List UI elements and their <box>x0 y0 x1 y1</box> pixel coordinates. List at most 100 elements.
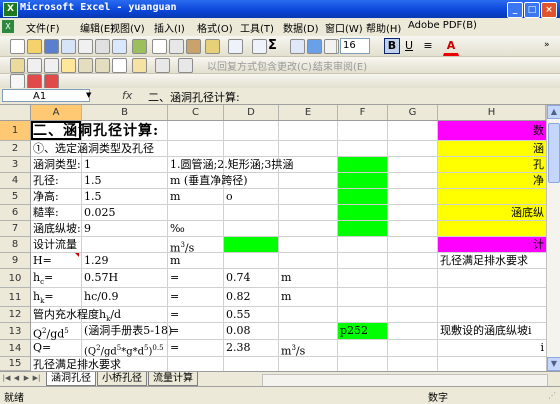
cell-b6[interactable]: 0.025 <box>82 205 116 221</box>
menu-window[interactable]: 窗口(W) <box>325 20 363 35</box>
row-header-11[interactable]: 11 <box>0 288 31 307</box>
align-center-button[interactable]: ≡ <box>420 38 436 54</box>
fx-icon[interactable]: fx <box>122 89 132 102</box>
excel-app-icon[interactable]: X <box>3 2 18 17</box>
cell-b4[interactable]: 1.5 <box>82 173 102 189</box>
new-icon[interactable] <box>10 39 25 54</box>
cell-c10[interactable]: = <box>168 270 179 286</box>
cell-c13[interactable]: = <box>168 323 179 339</box>
scroll-up-icon[interactable]: ▲ <box>547 105 560 119</box>
cell-b7[interactable]: 9 <box>82 221 91 237</box>
paste-icon[interactable] <box>186 39 201 54</box>
cell-b10[interactable]: 0.57H <box>82 270 118 286</box>
cell-h9[interactable]: 孔径满足排水要求 <box>438 253 528 269</box>
menu-view[interactable]: 视图(V) <box>110 20 145 35</box>
row-header-2[interactable]: 2 <box>0 141 31 157</box>
next-comment-icon[interactable] <box>95 58 110 73</box>
undo-icon[interactable] <box>228 39 243 54</box>
cell-h2[interactable]: 涵 <box>438 141 546 157</box>
sort-ascending-icon[interactable] <box>290 39 305 54</box>
previous-comment-icon[interactable] <box>78 58 93 73</box>
cell-h1[interactable]: 数 <box>438 123 546 139</box>
row-header-3[interactable]: 3 <box>0 157 31 173</box>
row-header-12[interactable]: 12 <box>0 307 31 323</box>
bold-button[interactable]: B <box>384 38 400 54</box>
sheet-tab-bridge[interactable]: 小桥孔径 <box>97 372 147 386</box>
cell-c9[interactable]: m <box>168 253 180 269</box>
cell-a8[interactable]: 设计流量 <box>31 237 77 253</box>
menu-edit[interactable]: 编辑(E) <box>80 20 114 35</box>
open-icon[interactable] <box>27 39 42 54</box>
cell-b5[interactable]: 1.5 <box>82 189 102 205</box>
cell-c11[interactable]: = <box>168 289 179 305</box>
cell-d14[interactable]: 2.38 <box>224 340 251 356</box>
name-box[interactable]: A1 <box>2 89 90 102</box>
row-header-8[interactable]: 8 <box>0 237 31 253</box>
menu-format[interactable]: 格式(O) <box>197 20 233 35</box>
close-button[interactable]: × <box>541 2 557 18</box>
cell-a10[interactable]: hc= <box>31 270 53 290</box>
cell-d11[interactable]: 0.82 <box>224 289 251 305</box>
email-icon[interactable] <box>78 39 93 54</box>
cell-c12[interactable]: = <box>168 307 179 323</box>
select-all-corner[interactable] <box>0 105 31 120</box>
cell-a4[interactable]: 孔径: <box>31 173 59 189</box>
cell-a6[interactable]: 糙率: <box>31 205 59 221</box>
print-preview-icon[interactable] <box>112 39 127 54</box>
cell-h14[interactable]: i <box>438 340 546 356</box>
menu-file[interactable]: 文件(F) <box>26 20 60 35</box>
document-icon[interactable]: X <box>2 20 14 33</box>
end-review-button[interactable]: 结束审阅(E) <box>313 58 367 73</box>
column-header-a[interactable]: A <box>31 105 82 120</box>
name-box-dropdown-icon[interactable]: ▼ <box>86 91 91 99</box>
cell-h6[interactable]: 涵底纵 <box>438 205 546 221</box>
cell-b9[interactable]: 1.29 <box>82 253 109 269</box>
menu-insert[interactable]: 插入(I) <box>154 20 185 35</box>
cell-a9[interactable]: H= <box>31 253 52 269</box>
menu-help[interactable]: 帮助(H) <box>366 20 401 35</box>
menu-adobe-pdf[interactable]: Adobe PDF(B) <box>408 20 477 31</box>
cell-f13[interactable]: p252 <box>338 323 368 339</box>
reply-with-changes-button[interactable]: 以回复方式包含更改(C)... <box>207 58 321 73</box>
underline-button[interactable]: U <box>401 38 417 54</box>
row-header-13[interactable]: 13 <box>0 323 31 340</box>
cell-d10[interactable]: 0.74 <box>224 270 251 286</box>
cell-a2[interactable]: ①、选定涵洞类型及孔径 <box>31 141 154 157</box>
row-header-7[interactable]: 7 <box>0 221 31 237</box>
font-color-button[interactable]: A <box>443 38 459 56</box>
row-header-4[interactable]: 4 <box>0 173 31 189</box>
save-icon[interactable] <box>44 39 59 54</box>
column-header-e[interactable]: E <box>279 105 338 120</box>
maximize-button[interactable]: □ <box>524 2 540 18</box>
formula-input[interactable]: 二、涵洞孔径计算: <box>148 89 240 105</box>
autosum-icon[interactable]: Σ <box>268 38 277 53</box>
row-header-1[interactable]: 1 <box>0 121 31 141</box>
scroll-thumb[interactable] <box>548 123 560 183</box>
pdf-email-icon[interactable] <box>44 74 59 89</box>
cell-a7[interactable]: 涵底纵坡: <box>31 221 81 237</box>
cell-h13[interactable]: 现敷设的涵底纵坡i <box>438 323 532 339</box>
sheet-tab-culvert[interactable]: 涵洞孔径 <box>46 372 96 386</box>
cut-icon[interactable] <box>152 39 167 54</box>
cell-a3[interactable]: 涵洞类型: <box>31 157 81 173</box>
cell-e14[interactable]: m3/s <box>279 340 305 360</box>
minimize-button[interactable]: _ <box>507 2 523 18</box>
prev-sheet-icon[interactable]: ◀ <box>12 373 21 384</box>
row-header-9[interactable]: 9 <box>0 253 31 269</box>
cell-h3[interactable]: 孔 <box>438 157 546 173</box>
reply-icon[interactable] <box>27 58 42 73</box>
row-header-10[interactable]: 10 <box>0 269 31 288</box>
track-changes-icon[interactable] <box>61 58 76 73</box>
menu-tools[interactable]: 工具(T) <box>240 20 274 35</box>
worksheet-grid[interactable]: 二、涵洞孔径计算: ①、选定涵洞类型及孔径 涵洞类型: 1 1.圆管涵;2.矩形… <box>31 121 546 371</box>
column-header-c[interactable]: C <box>168 105 224 120</box>
column-header-h[interactable]: H <box>438 105 546 120</box>
permission-icon[interactable] <box>61 39 76 54</box>
cell-c14[interactable]: = <box>168 340 179 356</box>
delete-comment-icon[interactable] <box>132 58 147 73</box>
cell-a1[interactable]: 二、涵洞孔径计算: <box>31 122 159 140</box>
cell-d12[interactable]: 0.55 <box>224 307 251 323</box>
cell-a5[interactable]: 净高: <box>31 189 59 205</box>
first-sheet-icon[interactable]: |◀ <box>2 373 11 384</box>
cell-b13[interactable]: (涵洞手册表5-18) <box>82 323 172 339</box>
